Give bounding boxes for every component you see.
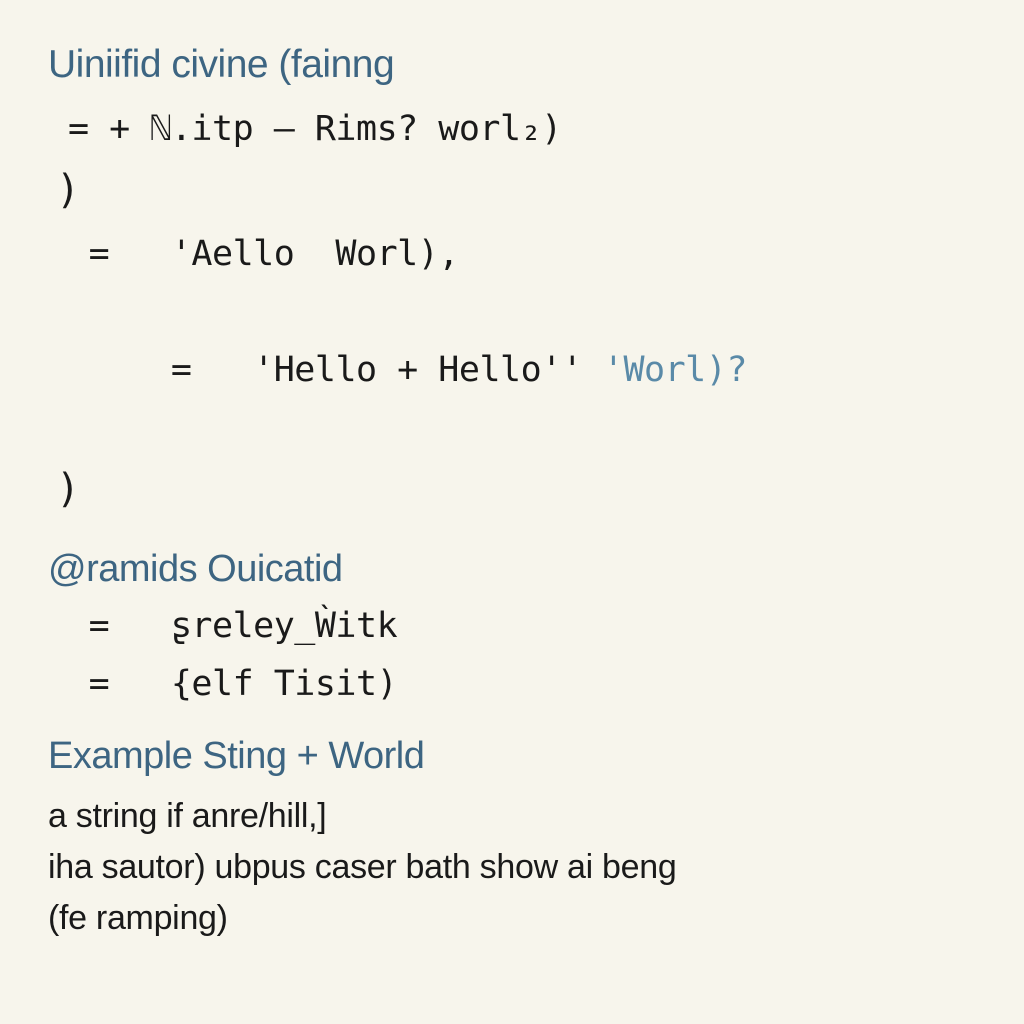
code-block-3: = ʂreley_Ẁitk = {elf Tisit) (48, 598, 988, 714)
code-line: = 'Hello + Hello'' 'Worl)? (68, 284, 988, 457)
section-1-heading: Uiniifid civine (fainng (48, 36, 988, 95)
body-paragraph: a string if anre/hill,] iha sautor) ubpu… (48, 791, 988, 944)
body-line: a string if anre/hill,] (48, 791, 988, 842)
close-paren: ) (56, 158, 988, 222)
close-paren: ) (56, 457, 988, 521)
code-block-2: = 'Aello Worl), = 'Hello + Hello'' 'Worl… (48, 226, 988, 457)
code-line: = ʂreley_Ẁitk (68, 598, 988, 656)
code-text: = 'Hello + Hello'' (150, 350, 603, 390)
code-line: = {elf Tisit) (68, 656, 988, 714)
body-line: (fe ramping) (48, 893, 988, 944)
code-line: = + ℕ.itp – Rims? worl₂) (68, 101, 988, 159)
section-3-heading: Example Sting + World (48, 728, 988, 785)
code-line: = 'Aello Worl), (68, 226, 988, 284)
body-line: iha sautor) ubpus caser bath show ai ben… (48, 842, 988, 893)
code-block-1: = + ℕ.itp – Rims? worl₂) (48, 101, 988, 159)
code-accent: 'Worl)? (603, 350, 747, 390)
section-2-heading: @ramids Ouicatid (48, 541, 988, 598)
